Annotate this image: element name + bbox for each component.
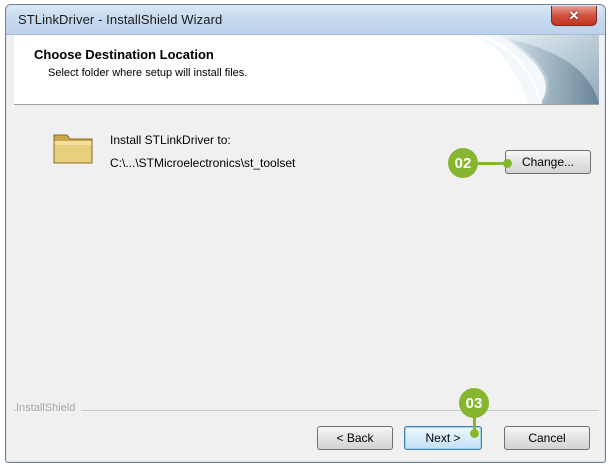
footer-divider: [14, 410, 599, 411]
folder-icon: [53, 134, 93, 164]
header-title: Choose Destination Location: [34, 47, 214, 62]
cancel-button[interactable]: Cancel: [504, 426, 590, 450]
install-path: C:\...\STMicroelectronics\st_toolset: [110, 156, 296, 170]
window-title: STLinkDriver - InstallShield Wizard: [18, 12, 223, 27]
back-button[interactable]: < Back: [317, 426, 393, 450]
close-icon: ✕: [568, 7, 580, 23]
header-subtitle: Select folder where setup will install f…: [48, 67, 248, 79]
annotation-pointer-dot-03: [470, 429, 479, 438]
wizard-header: Choose Destination Location Select folde…: [14, 35, 599, 105]
title-bar[interactable]: STLinkDriver - InstallShield Wizard ✕: [6, 5, 605, 35]
change-button[interactable]: Change...: [505, 150, 591, 174]
installshield-art-icon: [469, 35, 599, 104]
installshield-wizard-window: STLinkDriver - InstallShield Wizard ✕ Ch…: [5, 4, 606, 463]
annotation-pointer-dot-02: [503, 159, 512, 168]
installshield-brand: InstallShield: [16, 402, 82, 414]
close-button[interactable]: ✕: [551, 6, 597, 26]
step-badge-02: 02: [448, 148, 478, 178]
step-badge-03: 03: [459, 388, 489, 418]
install-label: Install STLinkDriver to:: [110, 133, 231, 147]
